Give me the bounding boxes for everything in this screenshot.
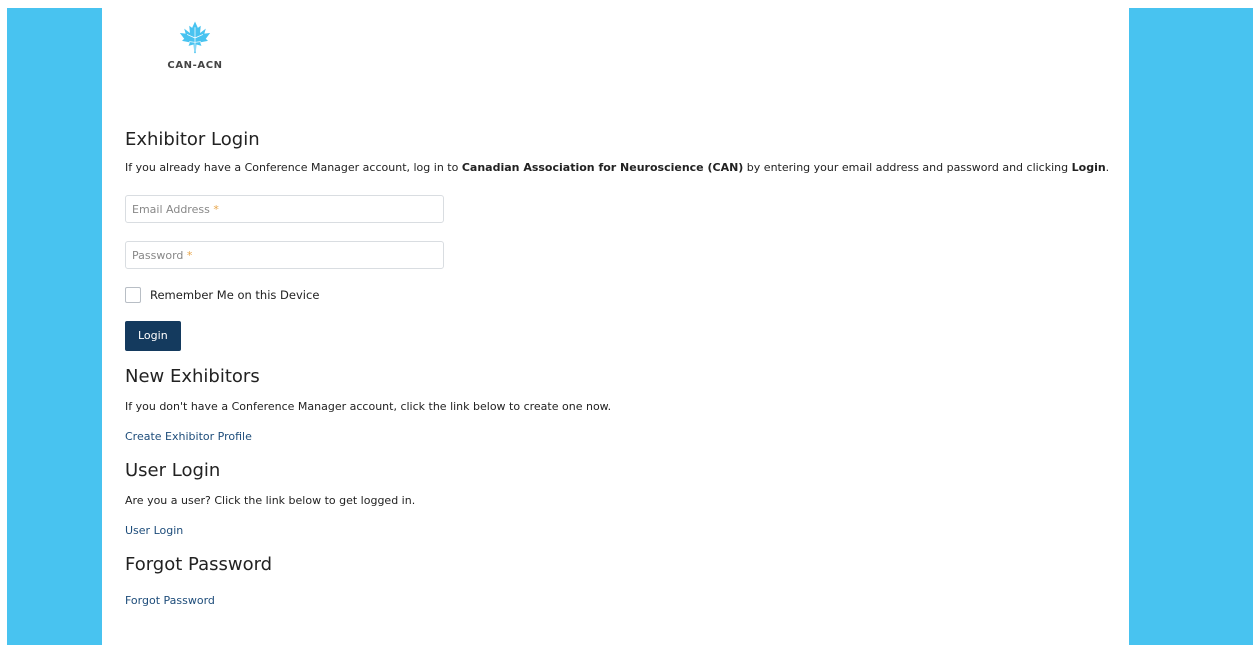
intro-org-name: Canadian Association for Neuroscience (C…	[461, 161, 744, 174]
intro-prefix: If you already have a Conference Manager…	[125, 161, 462, 174]
user-login-text: Are you a user? Click the link below to …	[125, 494, 416, 507]
can-acn-logo[interactable]: CAN-ACN	[160, 20, 230, 71]
forgot-password-link[interactable]: Forgot Password	[125, 593, 1125, 609]
password-field[interactable]: Password *	[125, 241, 444, 269]
password-required-marker: *	[186, 249, 193, 262]
password-placeholder: Password	[132, 249, 184, 262]
email-placeholder: Email Address	[132, 203, 210, 216]
maple-leaf-icon	[179, 21, 211, 54]
login-button[interactable]: Login	[125, 321, 181, 351]
user-login-title: User Login	[125, 460, 221, 481]
new-exhibitors-title: New Exhibitors	[125, 366, 260, 387]
exhibitor-login-title: Exhibitor Login	[125, 129, 260, 150]
intro-suffix: .	[1105, 161, 1110, 174]
intro-middle: by entering your email address and passw…	[743, 161, 1072, 174]
create-exhibitor-profile-link[interactable]: Create Exhibitor Profile	[125, 429, 1125, 445]
forgot-password-title: Forgot Password	[125, 554, 273, 575]
remember-me-checkbox[interactable]	[125, 287, 141, 303]
remember-me: Remember Me on this Device	[125, 287, 1125, 303]
user-login-link[interactable]: User Login	[125, 523, 1125, 539]
logo-text: CAN-ACN	[167, 60, 223, 71]
remember-me-label[interactable]: Remember Me on this Device	[150, 288, 319, 302]
main-panel: CAN-ACN Exhibitor Login If you already h…	[102, 8, 1129, 645]
email-required-marker: *	[213, 203, 219, 216]
login-content: Exhibitor Login If you already have a Co…	[125, 126, 1125, 609]
email-field[interactable]: Email Address *	[125, 195, 444, 223]
intro-login-word: Login	[1071, 161, 1106, 174]
new-exhibitors-text: If you don't have a Conference Manager a…	[125, 400, 612, 413]
login-intro-text: If you already have a Conference Manager…	[125, 160, 1125, 176]
